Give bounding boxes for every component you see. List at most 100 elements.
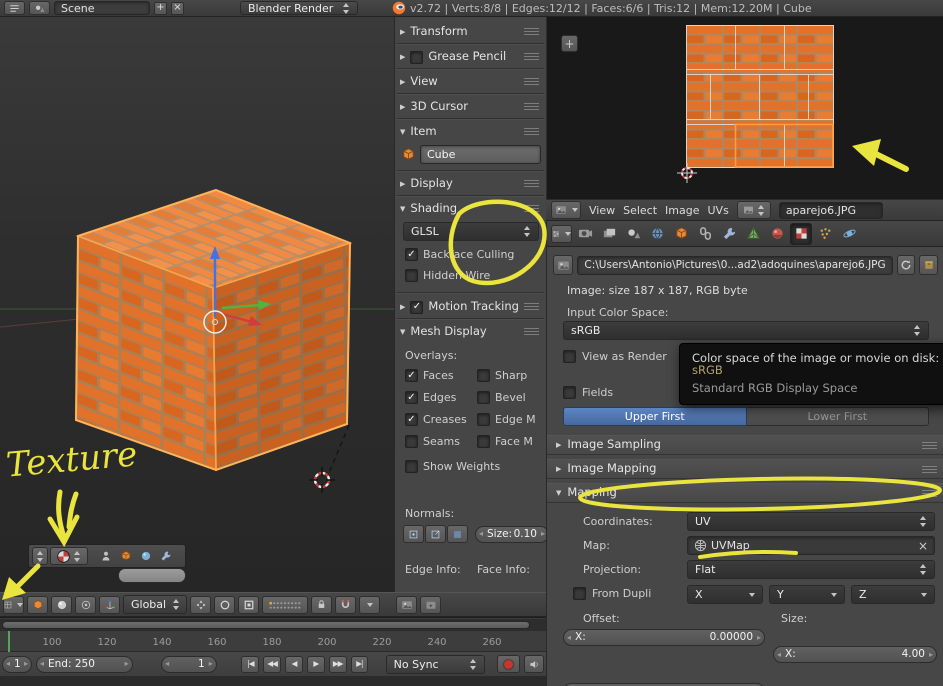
menu-select[interactable]: Select [623, 205, 657, 216]
manipulator-toggle-button[interactable] [99, 595, 120, 614]
panel-grip[interactable] [524, 78, 539, 86]
start-frame-field[interactable]: 1 [2, 655, 32, 673]
faces-toggle[interactable]: Faces [405, 369, 454, 382]
image-name-field[interactable]: aparejo6.JPG [778, 201, 883, 219]
panel-grease-pencil[interactable]: Grease Pencil [400, 48, 541, 66]
panel-grip[interactable] [524, 205, 539, 213]
render-engine-menu[interactable]: Blender Render [240, 1, 358, 15]
scene-name-field[interactable]: Scene [54, 1, 150, 15]
pack-image-button[interactable] [919, 255, 939, 275]
panel-grip[interactable] [524, 303, 539, 311]
texture-datablock-button[interactable] [50, 547, 88, 565]
face-marks-toggle[interactable]: Face M [477, 435, 533, 448]
axis-y-menu[interactable]: Y [769, 585, 845, 604]
texture-tab-icon[interactable] [790, 222, 812, 245]
cursor-3d[interactable] [309, 467, 335, 493]
axis-z-menu[interactable]: Z [851, 585, 935, 604]
timeline-scrollbar-thumb[interactable] [2, 621, 530, 629]
panel-grip[interactable] [524, 328, 539, 336]
uv-map-field[interactable]: UVMap [687, 536, 935, 555]
render-tab-icon[interactable] [574, 223, 596, 245]
normals-size-field[interactable]: Size:0.10 [475, 525, 546, 543]
person-icon[interactable] [97, 547, 115, 565]
viewport-3d[interactable] [0, 17, 394, 592]
bevel-toggle[interactable]: Bevel [477, 391, 526, 404]
face-normals-button[interactable] [447, 525, 468, 543]
end-frame-field[interactable]: End: 250 [36, 655, 133, 673]
timeline-ruler[interactable]: 100 120 140 160 180 200 220 240 260 [0, 631, 546, 652]
snap-button[interactable] [335, 595, 356, 614]
previous-keyframe-button[interactable] [263, 655, 282, 673]
editor-type-button-uv[interactable] [551, 201, 581, 219]
creases-toggle[interactable]: Creases [405, 413, 467, 426]
lower-first-button[interactable]: Lower First [746, 407, 929, 426]
bevel-checkbox[interactable] [477, 391, 490, 404]
physics-tab-icon[interactable] [838, 223, 860, 245]
panel-3d-cursor[interactable]: 3D Cursor [400, 98, 541, 116]
mini-toolbar-scrollbar[interactable] [118, 568, 186, 583]
material-tab-icon[interactable] [766, 223, 788, 245]
timeline-scrollbar[interactable] [0, 619, 546, 631]
hidden-wire-checkbox[interactable] [405, 269, 418, 282]
edge-marks-toggle[interactable]: Edge M [477, 413, 536, 426]
panel-motion-tracking[interactable]: Motion Tracking [400, 298, 541, 316]
backface-culling-toggle[interactable]: Backface Culling [405, 248, 514, 261]
upper-first-button[interactable]: Upper First [563, 407, 747, 426]
lock-to-scene-button[interactable] [311, 595, 332, 614]
menu-uvs[interactable]: UVs [708, 205, 729, 216]
editor-type-button-3d[interactable] [3, 595, 24, 614]
render-opengl-anim-button[interactable] [420, 595, 441, 614]
panel-display[interactable]: Display [400, 175, 541, 193]
sharp-checkbox[interactable] [477, 369, 490, 382]
wrench-icon[interactable] [157, 547, 175, 565]
browse-file-button[interactable] [553, 255, 574, 275]
from-dupli-toggle[interactable]: From Dupli [573, 587, 651, 600]
backface-culling-checkbox[interactable] [405, 248, 418, 261]
from-dupli-checkbox[interactable] [573, 587, 586, 600]
clear-map-button[interactable] [918, 540, 928, 552]
delete-scene-button[interactable] [171, 1, 184, 15]
world-tab-icon[interactable] [646, 223, 668, 245]
panel-grip[interactable] [922, 490, 937, 498]
panel-grip[interactable] [524, 28, 539, 36]
rotate-manipulator-button[interactable] [214, 595, 235, 614]
hidden-wire-toggle[interactable]: Hidden Wire [405, 269, 490, 282]
show-weights-toggle[interactable]: Show Weights [405, 460, 500, 473]
translate-manipulator-button[interactable] [190, 595, 211, 614]
browse-scene-button[interactable] [29, 1, 50, 15]
edges-checkbox[interactable] [405, 391, 418, 404]
uv-image-editor[interactable] [546, 17, 943, 199]
sync-mode-menu[interactable]: No Sync [385, 654, 486, 674]
menu-image[interactable]: Image [665, 205, 699, 216]
panel-image-sampling[interactable]: Image Sampling [547, 435, 943, 455]
panel-item[interactable]: Item [400, 123, 541, 141]
jump-to-start-button[interactable] [241, 655, 260, 673]
viewport-canvas[interactable] [0, 17, 394, 592]
object-name-field[interactable]: Cube [420, 145, 541, 164]
editor-type-button-props[interactable] [551, 224, 572, 243]
panel-mapping[interactable]: Mapping [547, 483, 943, 503]
particles-tab-icon[interactable] [814, 223, 836, 245]
play-button[interactable] [306, 655, 325, 673]
current-frame-field[interactable]: 1 [161, 655, 217, 673]
viewport-shading-button[interactable] [51, 595, 72, 614]
shading-mode-menu[interactable]: GLSL [403, 222, 539, 241]
creases-checkbox[interactable] [405, 413, 418, 426]
panel-shading[interactable]: Shading [400, 200, 541, 218]
scene-tab-icon[interactable] [622, 223, 644, 245]
edges-toggle[interactable]: Edges [405, 391, 456, 404]
scale-manipulator-button[interactable] [238, 595, 259, 614]
color-space-menu[interactable]: sRGB [563, 321, 929, 340]
panel-mesh-display[interactable]: Mesh Display [400, 323, 541, 341]
panel-transform[interactable]: Transform [400, 23, 541, 41]
current-frame-indicator[interactable] [8, 631, 10, 652]
loose-normals-button[interactable] [425, 525, 446, 543]
projection-menu[interactable]: Flat [687, 560, 935, 579]
browse-image-button[interactable] [736, 201, 771, 219]
snap-element-menu[interactable] [359, 595, 380, 614]
show-weights-checkbox[interactable] [405, 460, 418, 473]
seams-checkbox[interactable] [405, 435, 418, 448]
constraints-tab-icon[interactable] [694, 223, 716, 245]
play-reverse-button[interactable] [285, 655, 303, 673]
reload-image-button[interactable] [896, 255, 916, 275]
